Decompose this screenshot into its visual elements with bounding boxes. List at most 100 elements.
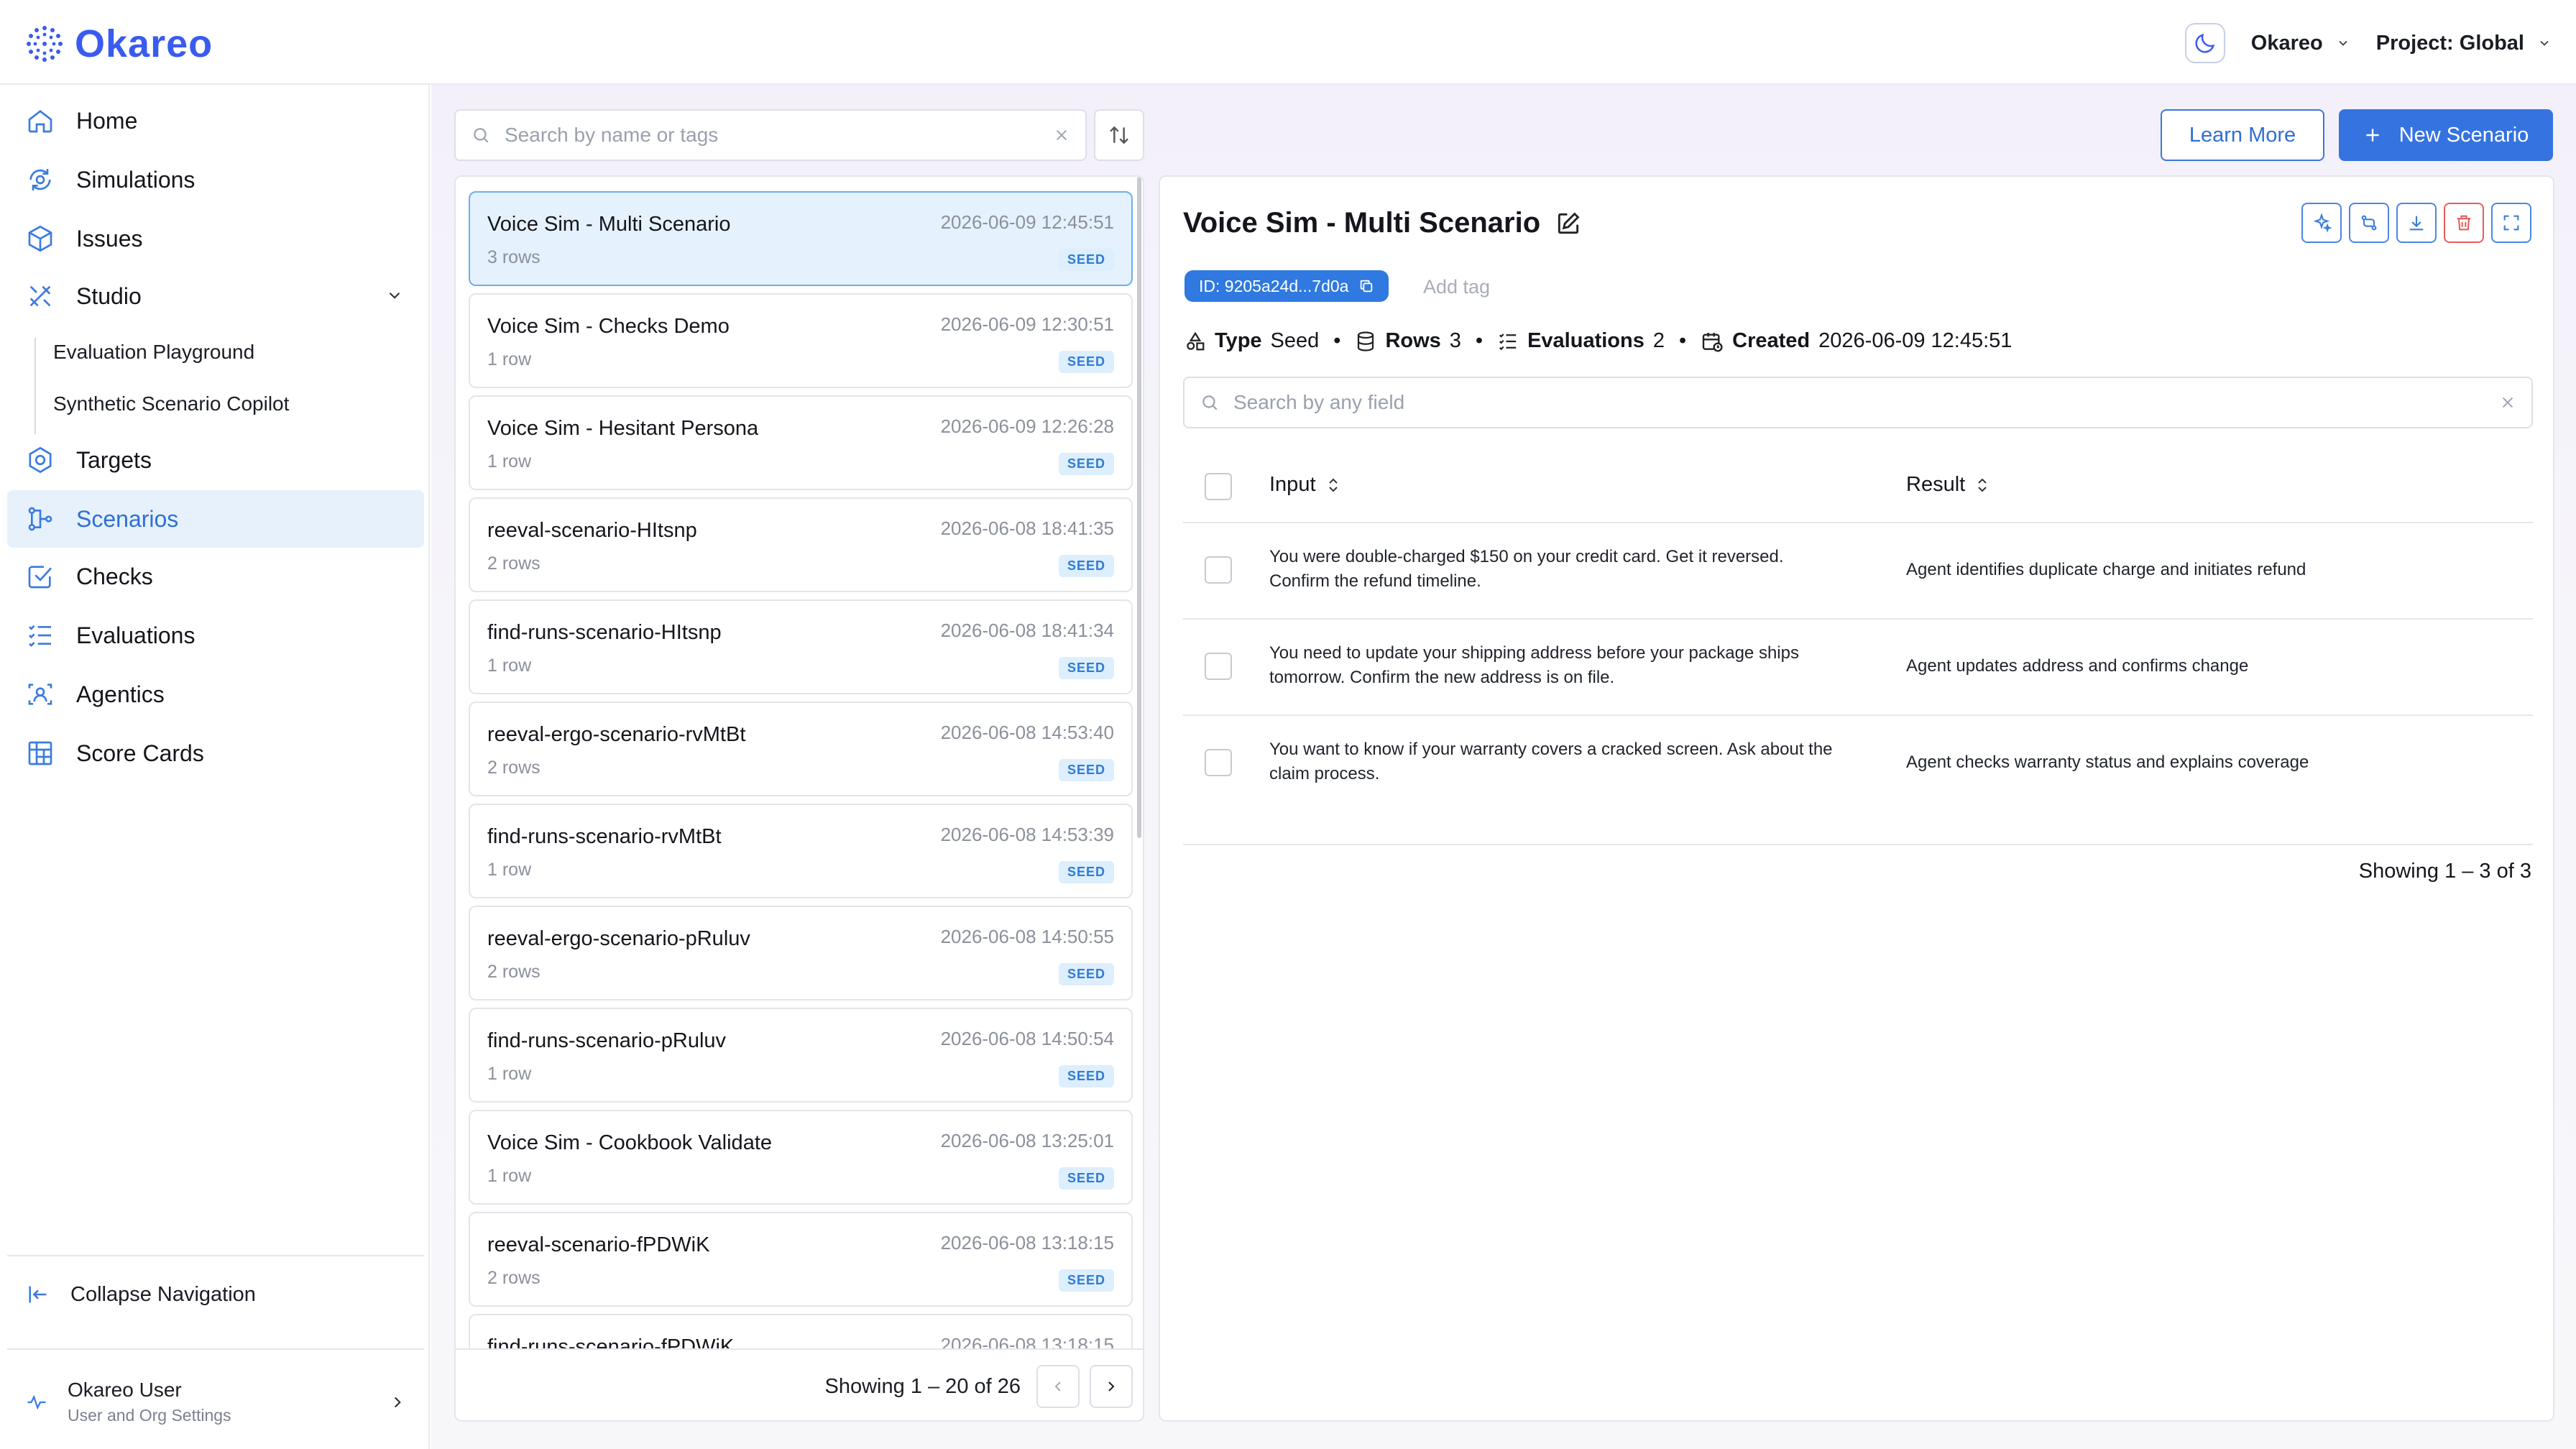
scenario-date: 2026-06-08 13:25:01	[940, 1130, 1114, 1151]
chevron-down-icon	[2336, 36, 2350, 50]
chevron-down-icon	[385, 286, 404, 305]
sidebar-item-issues[interactable]: Issues	[7, 210, 424, 267]
scenario-list[interactable]: Voice Sim - Multi Scenario 2026-06-09 12…	[456, 177, 1143, 1348]
row-checkbox[interactable]	[1205, 556, 1232, 584]
sidebar: Home Simulations Issues Studio Evaluatio…	[0, 85, 430, 1449]
fullscreen-button[interactable]	[2491, 203, 2531, 243]
scenario-card[interactable]: reeval-ergo-scenario-pRuluv 2026-06-08 1…	[469, 906, 1133, 1000]
search-placeholder: Search by any field	[1233, 391, 1405, 413]
search-placeholder: Search by name or tags	[505, 124, 719, 146]
scenario-card[interactable]: find-runs-scenario-pRuluv 2026-06-08 14:…	[469, 1008, 1133, 1103]
sidebar-item-simulations[interactable]: Simulations	[7, 151, 424, 208]
sidebar-item-targets[interactable]: Targets	[7, 431, 424, 489]
sidebar-item-studio[interactable]: Studio	[7, 267, 424, 325]
input-column-header[interactable]: Input	[1269, 473, 1340, 497]
scenario-card[interactable]: reeval-scenario-fPDWiK 2026-06-08 13:18:…	[469, 1212, 1133, 1307]
row-checkbox[interactable]	[1205, 653, 1232, 680]
scenario-title: reeval-ergo-scenario-rvMtBt	[487, 723, 746, 746]
scenario-rows: 1 row	[487, 349, 532, 369]
scenario-id: ID: 9205a24d...7d0a	[1199, 276, 1349, 295]
sidebar-item-scenarios[interactable]: Scenarios	[7, 490, 424, 548]
generate-button[interactable]	[2301, 203, 2342, 243]
result-column-header[interactable]: Result	[1906, 473, 1990, 497]
seed-badge: SEED	[1058, 861, 1114, 883]
shapes-icon	[1184, 331, 1206, 352]
theme-toggle-button[interactable]	[2184, 23, 2225, 63]
sidebar-item-label: Simulations	[76, 166, 196, 193]
table-row[interactable]: You need to update your shipping address…	[1183, 620, 2533, 716]
sidebar-subitem-synthetic-scenario-copilot[interactable]: Synthetic Scenario Copilot	[53, 392, 289, 415]
copy-icon[interactable]	[1358, 278, 1374, 294]
scenario-date: 2026-06-08 14:50:55	[940, 926, 1114, 947]
sidebar-item-checks[interactable]: Checks	[7, 548, 424, 605]
rows-value: 3	[1449, 329, 1461, 352]
scenario-card[interactable]: Voice Sim - Cookbook Validate 2026-06-08…	[469, 1110, 1133, 1205]
select-all-checkbox[interactable]	[1205, 473, 1232, 500]
scenario-title: Voice Sim - Cookbook Validate	[487, 1131, 773, 1154]
scenario-card[interactable]: find-runs-scenario-rvMtBt 2026-06-08 14:…	[469, 804, 1133, 898]
scenario-title: reeval-scenario-HItsnp	[487, 519, 697, 542]
sidebar-item-agentics[interactable]: Agentics	[7, 666, 424, 723]
new-scenario-button[interactable]: New Scenario	[2339, 109, 2553, 161]
scenario-card[interactable]: reeval-scenario-HItsnp 2026-06-08 18:41:…	[469, 497, 1133, 592]
sidebar-item-score-cards[interactable]: Score Cards	[7, 724, 424, 782]
trash-icon	[2454, 213, 2474, 233]
activity-icon	[26, 1392, 47, 1413]
scenario-detail-panel: Voice Sim - Multi Scenario ID: 9205a24d.…	[1159, 175, 2554, 1422]
scenario-date: 2026-06-08 18:41:35	[940, 518, 1114, 539]
edit-icon[interactable]	[1555, 210, 1582, 237]
project-dropdown[interactable]: Project: Global	[2376, 32, 2552, 55]
learn-more-button[interactable]: Learn More	[2161, 109, 2324, 161]
scenario-card[interactable]: Voice Sim - Hesitant Persona 2026-06-09 …	[469, 395, 1133, 490]
next-page-button[interactable]	[1090, 1365, 1133, 1408]
scenario-rows: 1 row	[487, 656, 532, 676]
list-scrollbar[interactable]	[1137, 177, 1141, 838]
divider	[7, 1348, 424, 1350]
sidebar-subitem-evaluation-playground[interactable]: Evaluation Playground	[53, 341, 254, 364]
project-label: Project: Global	[2375, 31, 2524, 55]
scenario-card[interactable]: Voice Sim - Multi Scenario 2026-06-09 12…	[469, 191, 1133, 286]
org-dropdown[interactable]: Okareo	[2251, 32, 2350, 55]
close-icon[interactable]	[2500, 395, 2516, 410]
delete-button[interactable]	[2444, 203, 2484, 243]
sidebar-item-evaluations[interactable]: Evaluations	[7, 607, 424, 664]
scenario-card[interactable]: find-runs-scenario-fPDWiK 2026-06-08 13:…	[469, 1314, 1133, 1348]
column-label: Result	[1906, 473, 1966, 496]
sort-button[interactable]	[1094, 109, 1144, 161]
sidebar-item-home[interactable]: Home	[7, 92, 424, 150]
scenario-id-pill[interactable]: ID: 9205a24d...7d0a	[1184, 270, 1389, 302]
add-tag-button[interactable]: Add tag	[1423, 276, 1490, 298]
previous-page-button[interactable]	[1036, 1365, 1080, 1408]
table-row[interactable]: You were double-charged $150 on your cre…	[1183, 523, 2533, 620]
search-icon	[1200, 393, 1219, 412]
row-result: Agent updates address and confirms chang…	[1906, 656, 2249, 676]
calendar-icon	[1701, 330, 1724, 353]
scenario-meta: Type Seed • Rows 3 • Evaluations 2 • Cre…	[1184, 329, 2012, 353]
scenario-rows: 1 row	[487, 1064, 532, 1084]
table-row[interactable]: You want to know if your warranty covers…	[1183, 716, 2533, 845]
detail-actions	[2301, 203, 2531, 243]
chevron-down-icon	[2537, 36, 2552, 50]
git-compare-icon	[2359, 213, 2379, 233]
scenario-card[interactable]: reeval-ergo-scenario-rvMtBt 2026-06-08 1…	[469, 702, 1133, 796]
collapse-navigation-button[interactable]: Collapse Navigation	[26, 1282, 256, 1307]
scenario-rows: 1 row	[487, 1166, 532, 1186]
logo[interactable]: Okareo	[24, 22, 213, 66]
download-button[interactable]	[2396, 203, 2437, 243]
row-input: You want to know if your warranty covers…	[1269, 740, 1833, 783]
compare-button[interactable]	[2349, 203, 2389, 243]
scenario-title: Voice Sim - Checks Demo	[487, 315, 730, 338]
seed-badge: SEED	[1058, 1269, 1114, 1292]
scenario-date: 2026-06-09 12:30:51	[940, 313, 1114, 335]
row-checkbox[interactable]	[1205, 749, 1232, 776]
user-sub: User and Org Settings	[68, 1406, 231, 1425]
top-bar: Okareo Okareo Project: Global	[0, 0, 2576, 85]
user-settings[interactable]: Okareo User User and Org Settings	[26, 1379, 407, 1425]
expand-icon	[2501, 213, 2521, 233]
scenario-card[interactable]: find-runs-scenario-HItsnp 2026-06-08 18:…	[469, 599, 1133, 694]
scenario-rows: 2 rows	[487, 553, 540, 574]
close-icon[interactable]	[1054, 127, 1070, 143]
scenario-card[interactable]: Voice Sim - Checks Demo 2026-06-09 12:30…	[469, 293, 1133, 388]
rows-search-input[interactable]: Search by any field	[1183, 377, 2533, 428]
scenario-search-input[interactable]: Search by name or tags	[454, 109, 1087, 161]
